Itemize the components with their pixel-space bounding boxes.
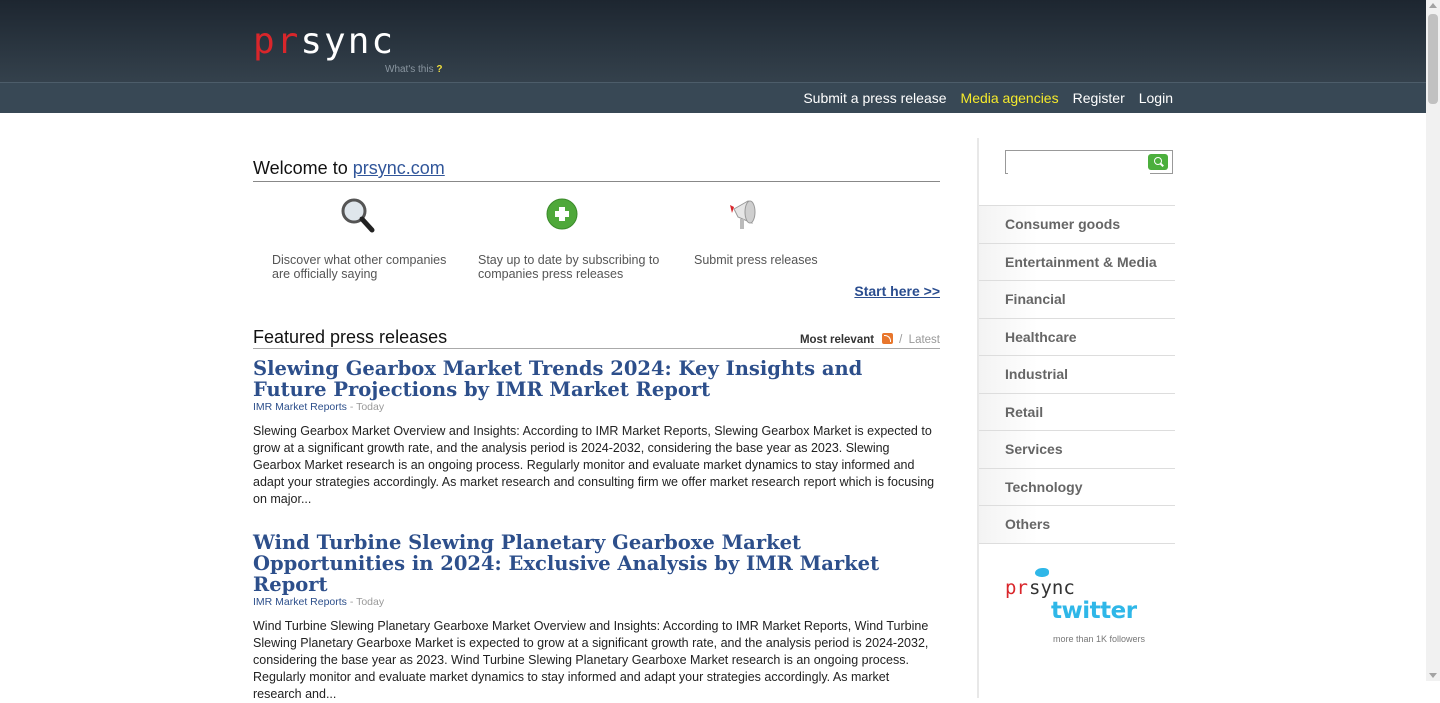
category-industrial[interactable]: Industrial [979, 356, 1175, 394]
nav-submit-press-release[interactable]: Submit a press release [803, 90, 946, 106]
sort-separator: / [899, 334, 903, 346]
press-release-source[interactable]: IMR Market Reports [253, 596, 347, 608]
twitter-logo-sync: sync [1029, 577, 1075, 599]
press-release-meta: IMR Market Reports - Today [253, 401, 940, 413]
whats-this-text: What's this [385, 64, 434, 75]
search-input[interactable] [1008, 152, 1150, 174]
press-release-description: Slewing Gearbox Market Overview and Insi… [253, 424, 935, 506]
category-entertainment-media[interactable]: Entertainment & Media [979, 243, 1175, 281]
press-release-title[interactable]: Wind Turbine Slewing Planetary Gearboxe … [253, 532, 940, 595]
whats-this-link[interactable]: What's this ? [385, 64, 442, 75]
top-nav: Submit a press release Media agencies Regi… [789, 90, 1173, 106]
press-release-date: - Today [349, 401, 385, 413]
welcome-prefix: Welcome to [253, 158, 348, 178]
welcome-site-link[interactable]: prsync.com [353, 158, 445, 178]
featured-title: Featured press releases [253, 327, 448, 347]
prsync-logo[interactable]: prsync [253, 24, 395, 60]
sidebar: Consumer goods Entertainment & Media Fin… [977, 138, 1175, 698]
press-release-title[interactable]: Slewing Gearbox Market Trends 2024: Key … [253, 358, 940, 400]
logo-sync: sync [300, 21, 396, 62]
nav-bar: Submit a press release Media agencies Regi… [0, 82, 1426, 113]
site-header: prsync What's this ? [0, 0, 1426, 82]
start-here-link[interactable]: Start here >> [854, 283, 940, 299]
category-financial[interactable]: Financial [979, 281, 1175, 319]
twitter-followers: more than 1K followers [1053, 634, 1146, 644]
press-release-meta: IMR Market Reports - Today [253, 596, 940, 608]
feature-subscribe: Stay up to date by subscribing to compan… [478, 195, 668, 281]
featured-header: Featured press releases Most relevant / L… [253, 327, 940, 349]
welcome-heading: Welcome to prsync.com [253, 158, 940, 182]
magnifier-icon [272, 195, 452, 235]
logo-pr: pr [253, 21, 301, 62]
feature-discover: Discover what other companies are offici… [272, 195, 452, 281]
sort-options: Most relevant / Latest [800, 333, 940, 346]
press-release-date: - Today [349, 596, 385, 608]
feature-submit: Submit press releases [694, 195, 854, 267]
rss-icon[interactable] [882, 333, 894, 344]
search-button[interactable] [1148, 154, 1168, 170]
twitter-logo-pr: pr [1005, 577, 1028, 599]
sort-latest[interactable]: Latest [909, 334, 940, 346]
feature-discover-text: Discover what other companies are offici… [272, 253, 447, 281]
search-box [1005, 150, 1173, 174]
category-services[interactable]: Services [979, 431, 1175, 469]
press-release-source[interactable]: IMR Market Reports [253, 401, 347, 413]
category-consumer-goods[interactable]: Consumer goods [979, 206, 1175, 244]
category-technology[interactable]: Technology [979, 468, 1175, 506]
sort-most-relevant[interactable]: Most relevant [800, 334, 874, 346]
nav-login[interactable]: Login [1139, 90, 1173, 106]
scroll-down-icon[interactable] [1429, 673, 1437, 678]
category-list: Consumer goods Entertainment & Media Fin… [979, 205, 1175, 544]
page-scrollbar[interactable] [1426, 0, 1440, 681]
nav-media-agencies[interactable]: Media agencies [961, 90, 1059, 106]
feature-submit-text: Submit press releases [694, 253, 818, 267]
category-healthcare[interactable]: Healthcare [979, 318, 1175, 356]
twitter-wordmark: twitter [1051, 598, 1137, 624]
press-release-item: Wind Turbine Slewing Planetary Gearboxe … [253, 532, 940, 703]
category-others[interactable]: Others [979, 506, 1175, 544]
whats-this-question: ? [436, 64, 443, 75]
twitter-bird-icon [1035, 568, 1049, 577]
scroll-thumb[interactable] [1428, 14, 1438, 104]
plus-icon [478, 195, 668, 235]
scroll-up-icon[interactable] [1429, 3, 1437, 8]
press-release-item: Slewing Gearbox Market Trends 2024: Key … [253, 358, 940, 508]
twitter-banner[interactable]: pr sync twitter more than 1K followers [1005, 568, 1155, 648]
nav-register[interactable]: Register [1073, 90, 1125, 106]
megaphone-icon [694, 195, 854, 235]
category-retail[interactable]: Retail [979, 393, 1175, 431]
feature-subscribe-text: Stay up to date by subscribing to compan… [478, 253, 660, 281]
press-release-description: Wind Turbine Slewing Planetary Gearboxe … [253, 619, 929, 701]
